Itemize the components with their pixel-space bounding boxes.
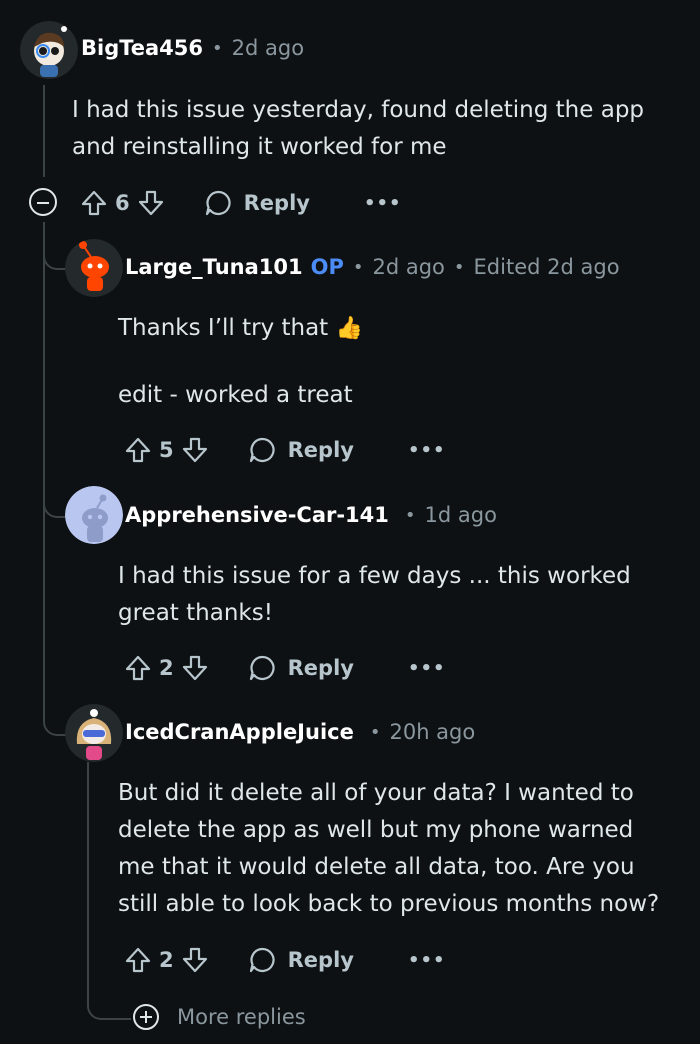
thumbs-up-emoji: 👍 <box>335 316 363 341</box>
separator-dot: • <box>352 256 364 278</box>
username[interactable]: IcedCranAppleJuice <box>125 720 354 744</box>
more-replies-button[interactable]: More replies <box>133 1004 306 1030</box>
comment-actions: 6 Reply ••• <box>81 183 401 223</box>
thread-branch <box>43 688 67 736</box>
reply-button[interactable]: Reply <box>204 189 310 217</box>
upvote-icon[interactable] <box>125 654 151 682</box>
plus-circle-icon <box>133 1004 159 1030</box>
comment-text-line: delete the app as well but my phone warn… <box>118 817 634 843</box>
edited-label: Edited 2d ago <box>473 255 620 279</box>
comment-text: Thanks I’ll try that <box>118 315 329 341</box>
thread-branch <box>43 470 67 518</box>
comment-meta: BigTea456 • 2d ago <box>81 36 304 60</box>
op-badge: OP <box>310 255 344 279</box>
separator-dot: • <box>369 721 381 743</box>
reply-label: Reply <box>287 948 354 972</box>
comment-actions: 5 Reply ••• <box>125 430 445 470</box>
downvote-icon[interactable] <box>182 436 208 464</box>
vote-count: 2 <box>159 948 174 972</box>
speech-bubble-icon <box>248 654 276 682</box>
reply-label: Reply <box>287 438 354 462</box>
separator-dot: • <box>212 37 223 59</box>
comment-body: Thanks I’ll try that 👍 edit - worked a t… <box>118 310 363 414</box>
avatar[interactable] <box>20 21 78 79</box>
downvote-icon[interactable] <box>182 946 208 974</box>
comment-text-line: edit - worked a treat <box>118 382 353 408</box>
comment-body: I had this issue for a few days ... this… <box>118 558 631 632</box>
comment-body: But did it delete all of your data? I wa… <box>118 775 659 923</box>
comment-text-line: and reinstalling it worked for me <box>72 134 447 160</box>
reply-button[interactable]: Reply <box>248 946 354 974</box>
collapse-thread-button[interactable] <box>29 188 57 216</box>
downvote-icon[interactable] <box>138 189 164 217</box>
downvote-icon[interactable] <box>182 654 208 682</box>
speech-bubble-icon <box>248 946 276 974</box>
snoo-avatar-icon <box>65 486 123 544</box>
comment-text-line: I had this issue for a few days ... this… <box>118 563 631 589</box>
snoo-avatar-icon <box>65 704 123 762</box>
timestamp[interactable]: 20h ago <box>389 720 475 744</box>
separator-dot: • <box>404 504 416 526</box>
thread-line-main[interactable] <box>43 85 45 177</box>
reply-label: Reply <box>243 191 310 215</box>
comment-meta: Large_Tuna101 OP • 2d ago • Edited 2d ag… <box>125 255 620 279</box>
more-replies-label: More replies <box>177 1005 306 1029</box>
timestamp[interactable]: 1d ago <box>425 503 497 527</box>
vote-count: 2 <box>159 656 174 680</box>
more-options-button[interactable]: ••• <box>408 440 446 461</box>
speech-bubble-icon <box>204 189 232 217</box>
comment-thread: BigTea456 • 2d ago I had this issue yest… <box>0 0 700 1044</box>
more-options-button[interactable]: ••• <box>408 658 446 679</box>
reply-label: Reply <box>287 656 354 680</box>
comment-text-line: me that it would delete all data, too. A… <box>118 854 635 880</box>
more-options-button[interactable]: ••• <box>364 193 402 214</box>
speech-bubble-icon <box>248 436 276 464</box>
separator-dot: • <box>453 256 465 278</box>
more-options-button[interactable]: ••• <box>408 950 446 971</box>
upvote-icon[interactable] <box>125 946 151 974</box>
avatar[interactable] <box>65 239 123 297</box>
username[interactable]: Apprehensive-Car-141 <box>125 503 389 527</box>
avatar[interactable] <box>65 704 123 762</box>
reply-button[interactable]: Reply <box>248 436 354 464</box>
snoo-avatar-icon <box>20 21 78 79</box>
snoo-avatar-icon <box>65 239 123 297</box>
username[interactable]: Large_Tuna101 <box>125 255 303 279</box>
comment-text-line: Thanks I’ll try that 👍 <box>118 310 363 347</box>
upvote-icon[interactable] <box>81 189 107 217</box>
comment-text-line: But did it delete all of your data? I wa… <box>118 780 634 806</box>
comment-text-line: I had this issue yesterday, found deleti… <box>72 97 645 123</box>
comment-actions: 2 Reply ••• <box>125 648 445 688</box>
avatar[interactable] <box>65 486 123 544</box>
timestamp[interactable]: 2d ago <box>372 255 444 279</box>
comment-actions: 2 Reply ••• <box>125 940 445 980</box>
upvote-icon[interactable] <box>125 436 151 464</box>
comment-meta: Apprehensive-Car-141 • 1d ago <box>125 503 497 527</box>
reply-button[interactable]: Reply <box>248 654 354 682</box>
comment-text-line: still able to look back to previous mont… <box>118 891 660 917</box>
timestamp[interactable]: 2d ago <box>232 36 304 60</box>
thread-line-level1[interactable] <box>43 222 45 702</box>
vote-count: 5 <box>159 438 174 462</box>
vote-count: 6 <box>115 191 130 215</box>
comment-body: I had this issue yesterday, found deleti… <box>72 92 644 166</box>
username[interactable]: BigTea456 <box>81 36 203 60</box>
thread-branch <box>43 222 67 270</box>
comment-text-line: great thanks! <box>118 600 273 626</box>
comment-meta: IcedCranAppleJuice • 20h ago <box>125 720 475 744</box>
